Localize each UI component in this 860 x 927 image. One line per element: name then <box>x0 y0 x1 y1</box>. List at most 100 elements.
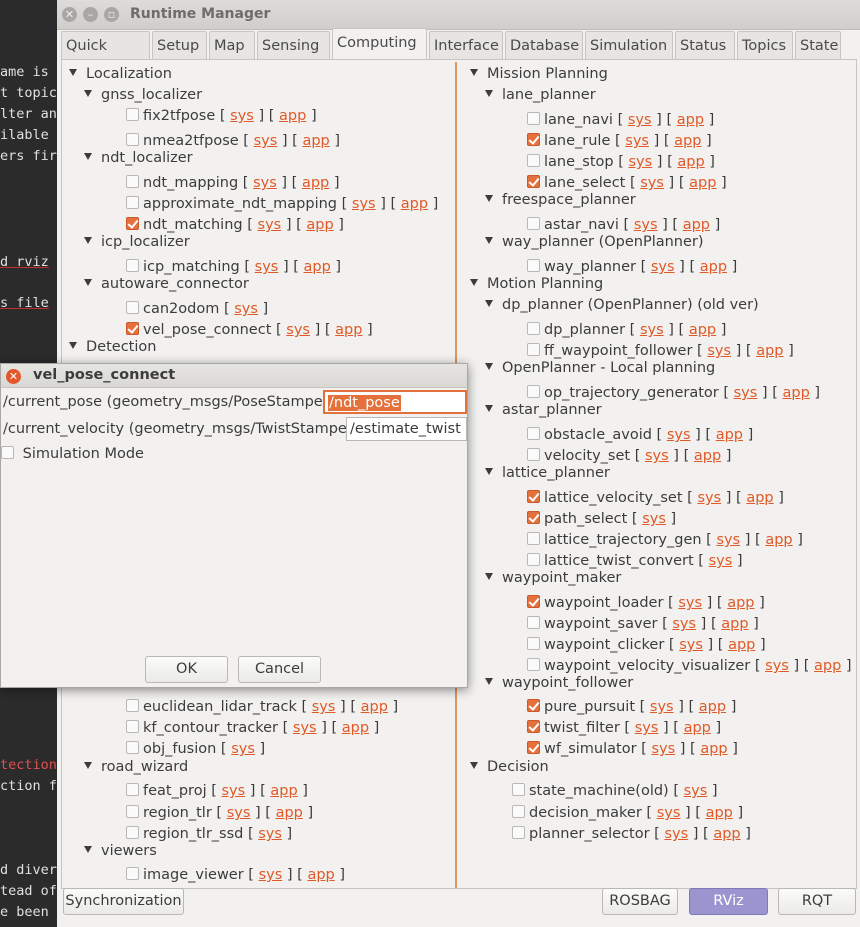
tree-group-waypoint-maker[interactable]: waypoint_maker <box>485 569 621 587</box>
maximize-icon[interactable]: ▫ <box>104 7 119 22</box>
sys-link[interactable]: sys <box>765 658 789 674</box>
node-checkbox[interactable] <box>126 217 139 230</box>
minimize-icon[interactable]: – <box>83 7 98 22</box>
app-link[interactable]: app <box>814 658 841 674</box>
tree-group-freespace-planner[interactable]: freespace_planner <box>485 191 636 209</box>
expand-triangle-icon[interactable] <box>485 573 493 580</box>
sys-link[interactable]: sys <box>709 553 733 569</box>
close-icon[interactable]: ✕ <box>62 7 77 22</box>
sys-link[interactable]: sys <box>707 343 731 359</box>
node-checkbox[interactable] <box>126 108 139 121</box>
node-checkbox[interactable] <box>126 133 139 146</box>
sys-link[interactable]: sys <box>635 720 659 736</box>
expand-triangle-icon[interactable] <box>485 300 493 307</box>
ok-button[interactable]: OK <box>145 656 228 683</box>
tree-group-way-planner-openplanner[interactable]: way_planner (OpenPlanner) <box>485 233 704 251</box>
node-checkbox[interactable] <box>126 301 139 314</box>
tab-interface[interactable]: Interface <box>429 31 503 60</box>
synchronization-button[interactable]: Synchronization <box>63 888 184 915</box>
node-checkbox[interactable] <box>527 511 540 524</box>
tab-map[interactable]: Map <box>209 31 255 60</box>
app-link[interactable]: app <box>700 741 727 757</box>
expand-triangle-icon[interactable] <box>84 153 92 160</box>
expand-triangle-icon[interactable] <box>84 90 92 97</box>
tab-database[interactable]: Database <box>505 31 583 60</box>
sys-link[interactable]: sys <box>628 154 652 170</box>
expand-triangle-icon[interactable] <box>485 195 493 202</box>
node-checkbox[interactable] <box>527 154 540 167</box>
node-checkbox[interactable] <box>126 699 139 712</box>
sys-link[interactable]: sys <box>352 196 376 212</box>
app-link[interactable]: app <box>276 805 303 821</box>
tree-group-dp-planner-openplanner-old-ver[interactable]: dp_planner (OpenPlanner) (old ver) <box>485 296 759 314</box>
expand-triangle-icon[interactable] <box>470 762 478 769</box>
tab-simulation[interactable]: Simulation <box>585 31 673 60</box>
expand-triangle-icon[interactable] <box>485 363 493 370</box>
app-link[interactable]: app <box>302 175 329 191</box>
tree-group-motion-planning[interactable]: Motion Planning <box>470 275 603 293</box>
node-checkbox[interactable] <box>527 448 540 461</box>
node-checkbox[interactable] <box>527 616 540 629</box>
app-link[interactable]: app <box>765 532 792 548</box>
expand-triangle-icon[interactable] <box>84 762 92 769</box>
sys-link[interactable]: sys <box>312 699 336 715</box>
node-checkbox[interactable] <box>527 259 540 272</box>
app-link[interactable]: app <box>700 259 727 275</box>
app-link[interactable]: app <box>270 783 297 799</box>
tab-quick-start[interactable]: Quick Start <box>61 31 150 82</box>
sys-link[interactable]: sys <box>253 175 277 191</box>
tree-group-road-wizard[interactable]: road_wizard <box>84 758 188 776</box>
sys-link[interactable]: sys <box>258 217 282 233</box>
tree-group-astar-planner[interactable]: astar_planner <box>485 401 602 419</box>
sys-link[interactable]: sys <box>221 783 245 799</box>
rosbag-button[interactable]: ROSBAG <box>602 888 678 915</box>
tree-group-viewers[interactable]: viewers <box>84 842 157 860</box>
sys-link[interactable]: sys <box>642 511 666 527</box>
node-checkbox[interactable] <box>126 805 139 818</box>
sys-link[interactable]: sys <box>259 867 283 883</box>
sys-link[interactable]: sys <box>286 322 310 338</box>
tab-state[interactable]: State <box>795 31 841 60</box>
expand-triangle-icon[interactable] <box>485 90 493 97</box>
app-link[interactable]: app <box>335 322 362 338</box>
tree-group-autoware-connector[interactable]: autoware_connector <box>84 275 249 293</box>
tab-topics[interactable]: Topics <box>737 31 793 60</box>
app-link[interactable]: app <box>727 595 754 611</box>
sys-link[interactable]: sys <box>640 322 664 338</box>
sys-link[interactable]: sys <box>657 805 681 821</box>
app-link[interactable]: app <box>721 616 748 632</box>
app-link[interactable]: app <box>677 154 704 170</box>
node-checkbox[interactable] <box>126 259 139 272</box>
node-checkbox[interactable] <box>512 826 525 839</box>
tree-group-waypoint-follower[interactable]: waypoint_follower <box>485 674 633 692</box>
sys-link[interactable]: sys <box>640 175 664 191</box>
tree-group-gnss-localizer[interactable]: gnss_localizer <box>84 86 202 104</box>
sys-link[interactable]: sys <box>234 301 258 317</box>
node-checkbox[interactable] <box>527 720 540 733</box>
tree-group-mission-planning[interactable]: Mission Planning <box>470 65 608 83</box>
node-checkbox[interactable] <box>527 637 540 650</box>
node-checkbox[interactable] <box>512 783 525 796</box>
sys-link[interactable]: sys <box>230 108 254 124</box>
expand-triangle-icon[interactable] <box>84 237 92 244</box>
node-checkbox[interactable] <box>126 741 139 754</box>
sys-link[interactable]: sys <box>645 448 669 464</box>
rqt-button[interactable]: RQT <box>778 888 856 915</box>
sys-link[interactable]: sys <box>651 741 675 757</box>
simulation-mode-checkbox[interactable]: Simulation Mode <box>1 446 144 462</box>
simulation-mode-check-icon[interactable] <box>1 446 14 459</box>
app-link[interactable]: app <box>361 699 388 715</box>
node-checkbox[interactable] <box>126 175 139 188</box>
sys-link[interactable]: sys <box>716 532 740 548</box>
app-link[interactable]: app <box>342 720 369 736</box>
app-link[interactable]: app <box>684 720 711 736</box>
node-checkbox[interactable] <box>527 532 540 545</box>
node-checkbox[interactable] <box>527 595 540 608</box>
app-link[interactable]: app <box>728 637 755 653</box>
app-link[interactable]: app <box>306 217 333 233</box>
tree-group-detection[interactable]: Detection <box>69 338 156 356</box>
node-checkbox[interactable] <box>527 112 540 125</box>
app-link[interactable]: app <box>694 448 721 464</box>
app-link[interactable]: app <box>716 427 743 443</box>
node-checkbox[interactable] <box>527 490 540 503</box>
